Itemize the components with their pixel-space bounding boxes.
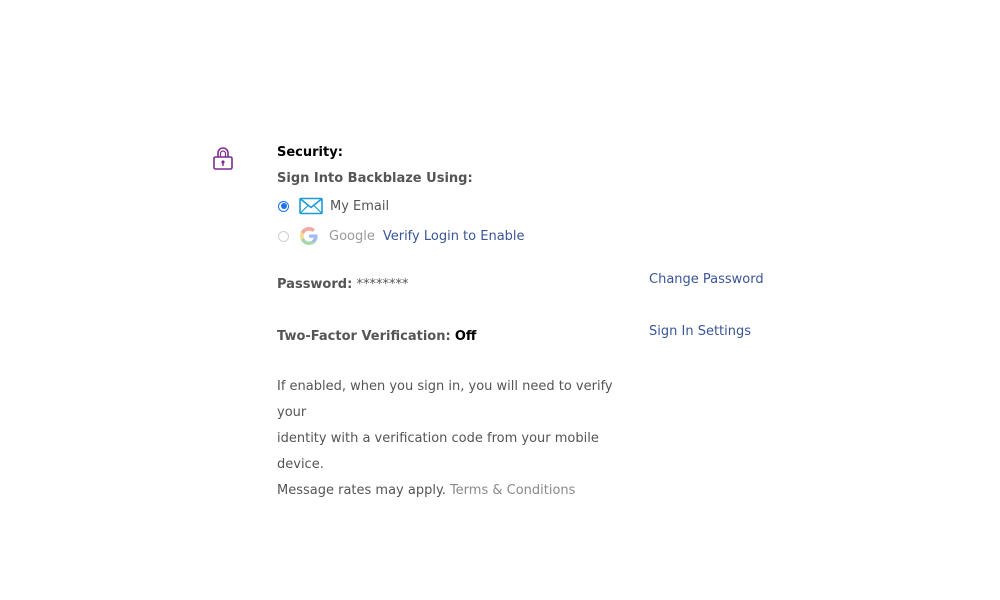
password-label: Password: xyxy=(277,277,353,292)
two-factor-description: If enabled, when you sign in, you will n… xyxy=(277,374,637,504)
verify-login-link[interactable]: Verify Login to Enable xyxy=(383,229,525,244)
sign-in-option-email[interactable]: My Email xyxy=(277,194,837,218)
security-section: Security: Sign Into Backblaze Using: My … xyxy=(277,144,837,504)
password-row: Password: ******** Change Password xyxy=(277,272,837,296)
email-option-label: My Email xyxy=(330,198,390,214)
description-line: If enabled, when you sign in, you will n… xyxy=(277,379,613,420)
two-factor-row: Two-Factor Verification: Off Sign In Set… xyxy=(277,324,837,348)
sign-in-settings-link[interactable]: Sign In Settings xyxy=(649,321,751,343)
security-settings-page: Security: Sign Into Backblaze Using: My … xyxy=(0,0,1000,600)
lock-icon xyxy=(213,147,233,170)
mail-icon xyxy=(299,197,323,215)
password-value: ******** xyxy=(356,277,409,292)
two-factor-label: Two-Factor Verification: xyxy=(277,329,451,344)
sign-in-method-label: Sign Into Backblaze Using: xyxy=(277,171,473,186)
sign-in-option-google: Google Verify Login to Enable xyxy=(277,224,837,248)
section-title: Security: xyxy=(277,145,343,160)
two-factor-status: Off xyxy=(454,329,477,344)
change-password-link[interactable]: Change Password xyxy=(649,269,764,291)
description-line: identity with a verification code from y… xyxy=(277,431,599,472)
description-line: Message rates may apply. Terms & Conditio… xyxy=(277,478,637,504)
message-rates-text: Message rates may apply. xyxy=(277,483,446,498)
google-option-label: Google xyxy=(329,228,375,244)
terms-conditions-link[interactable]: Terms & Conditions xyxy=(450,483,576,498)
google-radio[interactable] xyxy=(278,230,289,242)
email-radio[interactable] xyxy=(278,200,289,212)
google-icon xyxy=(300,227,318,245)
